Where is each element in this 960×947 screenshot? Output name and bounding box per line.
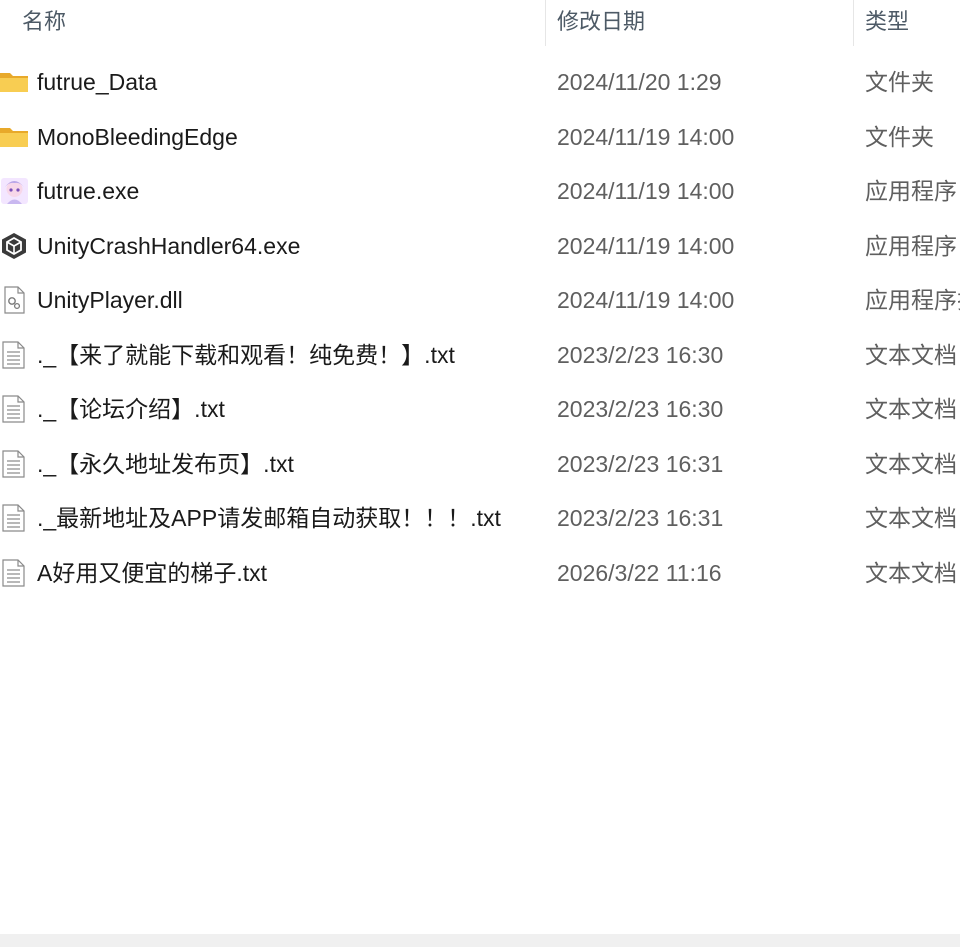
file-date: 2024/11/19 14:00 bbox=[557, 178, 735, 204]
file-row[interactable]: futrue_Data 2024/11/20 1:29 文件夹 bbox=[0, 55, 960, 110]
file-date: 2024/11/19 14:00 bbox=[557, 232, 735, 259]
file-row[interactable]: MonoBleedingEdge 2024/11/19 14:00 文件夹 bbox=[0, 110, 960, 165]
file-name: ._最新地址及APP请发邮箱自动获取！！！.txt bbox=[37, 505, 501, 531]
text-file-icon bbox=[0, 504, 30, 532]
file-name: futrue.exe bbox=[37, 178, 140, 204]
file-type: 应用程序 bbox=[865, 178, 957, 204]
file-row[interactable]: UnityPlayer.dll 2024/11/19 14:00 应用程序扩 bbox=[0, 273, 960, 328]
file-type: 文本文档 bbox=[865, 450, 957, 477]
text-file-icon bbox=[0, 449, 30, 478]
file-type: 文本文档 bbox=[865, 505, 957, 531]
file-name: UnityCrashHandler64.exe bbox=[37, 232, 301, 259]
column-divider[interactable] bbox=[545, 0, 546, 46]
file-type: 文件夹 bbox=[865, 69, 934, 95]
file-date: 2024/11/20 1:29 bbox=[557, 69, 722, 95]
file-type: 文本文档 bbox=[865, 341, 957, 368]
file-explorer: 名称 ˇ 修改日期 类型 futrue_Data 2024/11/20 1:29… bbox=[0, 0, 960, 947]
app-anime-icon bbox=[0, 177, 30, 205]
file-date: 2023/2/23 16:31 bbox=[557, 450, 724, 477]
file-date: 2024/11/19 14:00 bbox=[557, 123, 735, 150]
file-date: 2023/2/23 16:31 bbox=[557, 505, 724, 531]
file-row[interactable]: ._【永久地址发布页】.txt 2023/2/23 16:31 文本文档 bbox=[0, 437, 960, 492]
file-date: 2023/2/23 16:30 bbox=[557, 341, 724, 368]
column-header-type[interactable]: 类型 bbox=[865, 0, 909, 46]
file-name: A好用又便宜的梯子.txt bbox=[37, 559, 268, 586]
file-type: 文本文档 bbox=[865, 559, 957, 586]
text-file-icon bbox=[0, 558, 30, 587]
column-header-row: 名称 ˇ 修改日期 类型 bbox=[0, 0, 960, 46]
file-type: 文件夹 bbox=[865, 123, 934, 150]
horizontal-scrollbar[interactable] bbox=[0, 934, 960, 947]
file-row[interactable]: futrue.exe 2024/11/19 14:00 应用程序 bbox=[0, 164, 960, 219]
folder-icon bbox=[0, 68, 30, 96]
file-date: 2026/3/22 11:16 bbox=[557, 559, 722, 586]
file-type: 应用程序扩 bbox=[865, 287, 960, 313]
folder-icon bbox=[0, 123, 30, 151]
file-list: futrue_Data 2024/11/20 1:29 文件夹 MonoBlee… bbox=[0, 55, 960, 600]
file-name: MonoBleedingEdge bbox=[37, 123, 238, 150]
file-name: UnityPlayer.dll bbox=[37, 287, 183, 313]
text-file-icon bbox=[0, 340, 30, 369]
file-row[interactable]: ._最新地址及APP请发邮箱自动获取！！！.txt 2023/2/23 16:3… bbox=[0, 491, 960, 546]
file-row[interactable]: A好用又便宜的梯子.txt 2026/3/22 11:16 文本文档 bbox=[0, 546, 960, 601]
file-name: futrue_Data bbox=[37, 69, 158, 95]
file-name: ._【论坛介绍】.txt bbox=[37, 396, 225, 422]
file-type: 应用程序 bbox=[865, 232, 957, 259]
sort-caret-icon: ˇ bbox=[270, 0, 275, 11]
file-date: 2023/2/23 16:30 bbox=[557, 396, 724, 422]
file-date: 2024/11/19 14:00 bbox=[557, 287, 735, 313]
unity-icon bbox=[0, 232, 30, 260]
column-divider[interactable] bbox=[853, 0, 854, 46]
column-header-name[interactable]: 名称 bbox=[22, 0, 66, 46]
file-row[interactable]: ._【来了就能下载和观看！纯免费！】.txt 2023/2/23 16:30 文… bbox=[0, 328, 960, 383]
file-row[interactable]: ._【论坛介绍】.txt 2023/2/23 16:30 文本文档 bbox=[0, 382, 960, 437]
file-type: 文本文档 bbox=[865, 396, 957, 422]
dll-icon bbox=[0, 286, 30, 314]
file-row[interactable]: UnityCrashHandler64.exe 2024/11/19 14:00… bbox=[0, 219, 960, 274]
column-header-date[interactable]: 修改日期 bbox=[557, 0, 645, 46]
text-file-icon bbox=[0, 395, 30, 423]
file-name: ._【永久地址发布页】.txt bbox=[37, 450, 294, 477]
file-name: ._【来了就能下载和观看！纯免费！】.txt bbox=[37, 341, 455, 368]
